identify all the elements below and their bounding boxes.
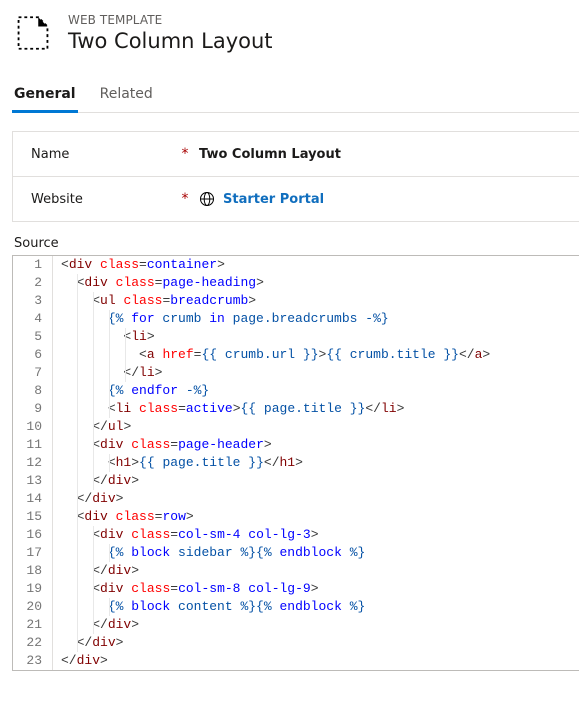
required-marker: *: [179, 191, 191, 207]
entity-type-label: WEB TEMPLATE: [68, 13, 273, 27]
code-content: <div class=page-heading>: [53, 274, 579, 292]
globe-icon: [199, 191, 215, 207]
line-number: 19: [13, 580, 53, 598]
code-content: <div class=page-header>: [53, 436, 579, 454]
line-number: 13: [13, 472, 53, 490]
code-line[interactable]: 21 </div>: [13, 616, 579, 634]
code-line[interactable]: 18 </div>: [13, 562, 579, 580]
code-line[interactable]: 4 {% for crumb in page.breadcrumbs -%}: [13, 310, 579, 328]
website-value[interactable]: Starter Portal: [199, 191, 324, 207]
code-line[interactable]: 2 <div class=page-heading>: [13, 274, 579, 292]
code-line[interactable]: 15 <div class=row>: [13, 508, 579, 526]
code-line[interactable]: 14 </div>: [13, 490, 579, 508]
field-website: Website * Starter Portal: [13, 177, 579, 221]
line-number: 17: [13, 544, 53, 562]
name-label: Name: [31, 147, 171, 162]
tab-related[interactable]: Related: [98, 78, 155, 112]
line-number: 7: [13, 364, 53, 382]
source-section: Source 1<div class=container>2 <div clas…: [12, 236, 579, 671]
code-line[interactable]: 1<div class=container>: [13, 256, 579, 274]
tab-general[interactable]: General: [12, 78, 78, 112]
source-label: Source: [12, 236, 579, 255]
code-content: </div>: [53, 562, 579, 580]
line-number: 10: [13, 418, 53, 436]
code-content: </div>: [53, 472, 579, 490]
line-number: 12: [13, 454, 53, 472]
code-line[interactable]: 8 {% endfor -%}: [13, 382, 579, 400]
line-number: 21: [13, 616, 53, 634]
line-number: 1: [13, 256, 53, 274]
code-content: </div>: [53, 652, 579, 670]
code-line[interactable]: 19 <div class=col-sm-8 col-lg-9>: [13, 580, 579, 598]
code-line[interactable]: 5 <li>: [13, 328, 579, 346]
code-content: {% for crumb in page.breadcrumbs -%}: [53, 310, 579, 328]
code-line[interactable]: 23</div>: [13, 652, 579, 670]
code-line[interactable]: 3 <ul class=breadcrumb>: [13, 292, 579, 310]
line-number: 20: [13, 598, 53, 616]
code-line[interactable]: 6 <a href={{ crumb.url }}>{{ crumb.title…: [13, 346, 579, 364]
website-label: Website: [31, 192, 171, 207]
code-content: </div>: [53, 490, 579, 508]
code-line[interactable]: 22 </div>: [13, 634, 579, 652]
code-content: <h1>{{ page.title }}</h1>: [53, 454, 579, 472]
code-line[interactable]: 10 </ul>: [13, 418, 579, 436]
line-number: 18: [13, 562, 53, 580]
code-line[interactable]: 7 </li>: [13, 364, 579, 382]
line-number: 9: [13, 400, 53, 418]
field-name: Name * Two Column Layout: [13, 132, 579, 177]
page-title: Two Column Layout: [68, 29, 273, 53]
form-panel: Name * Two Column Layout Website * Start…: [12, 131, 579, 222]
line-number: 23: [13, 652, 53, 670]
line-number: 5: [13, 328, 53, 346]
code-content: </li>: [53, 364, 579, 382]
line-number: 6: [13, 346, 53, 364]
code-content: </div>: [53, 616, 579, 634]
code-content: {% block sidebar %}{% endblock %}: [53, 544, 579, 562]
line-number: 14: [13, 490, 53, 508]
line-number: 3: [13, 292, 53, 310]
line-number: 4: [13, 310, 53, 328]
line-number: 15: [13, 508, 53, 526]
code-content: <ul class=breadcrumb>: [53, 292, 579, 310]
code-line[interactable]: 16 <div class=col-sm-4 col-lg-3>: [13, 526, 579, 544]
line-number: 16: [13, 526, 53, 544]
code-content: <a href={{ crumb.url }}>{{ crumb.title }…: [53, 346, 579, 364]
code-content: <li>: [53, 328, 579, 346]
tab-bar: General Related: [12, 78, 579, 113]
line-number: 11: [13, 436, 53, 454]
code-content: <div class=row>: [53, 508, 579, 526]
header-text: WEB TEMPLATE Two Column Layout: [68, 13, 273, 53]
code-content: </ul>: [53, 418, 579, 436]
code-content: <div class=col-sm-8 col-lg-9>: [53, 580, 579, 598]
code-content: </div>: [53, 634, 579, 652]
code-content: {% endfor -%}: [53, 382, 579, 400]
line-number: 2: [13, 274, 53, 292]
page-root: WEB TEMPLATE Two Column Layout General Re…: [0, 0, 579, 671]
code-content: {% block content %}{% endblock %}: [53, 598, 579, 616]
code-line[interactable]: 13 </div>: [13, 472, 579, 490]
website-link-text: Starter Portal: [223, 192, 324, 207]
required-marker: *: [179, 146, 191, 162]
line-number: 22: [13, 634, 53, 652]
code-line[interactable]: 11 <div class=page-header>: [13, 436, 579, 454]
code-content: <div class=col-sm-4 col-lg-3>: [53, 526, 579, 544]
name-value[interactable]: Two Column Layout: [199, 147, 341, 162]
page-header: WEB TEMPLATE Two Column Layout: [12, 6, 579, 68]
code-line[interactable]: 17 {% block sidebar %}{% endblock %}: [13, 544, 579, 562]
line-number: 8: [13, 382, 53, 400]
code-content: <div class=container>: [53, 256, 579, 274]
code-line[interactable]: 9 <li class=active>{{ page.title }}</li>: [13, 400, 579, 418]
code-line[interactable]: 12 <h1>{{ page.title }}</h1>: [13, 454, 579, 472]
code-content: <li class=active>{{ page.title }}</li>: [53, 400, 579, 418]
code-line[interactable]: 20 {% block content %}{% endblock %}: [13, 598, 579, 616]
code-editor[interactable]: 1<div class=container>2 <div class=page-…: [12, 255, 579, 671]
document-icon: [12, 12, 54, 54]
